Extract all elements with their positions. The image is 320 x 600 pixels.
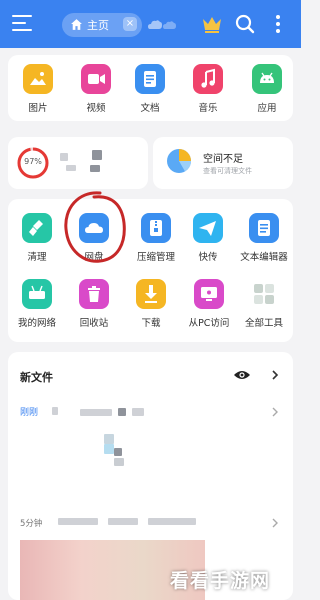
all-tools-icon bbox=[249, 279, 279, 309]
tools-card: 清理 网盘 压缩管理 快传 文本编辑器 我的网络 回收站 下载 从PC访问 全部… bbox=[8, 191, 293, 342]
tool-pc-access[interactable]: 从PC访问 bbox=[180, 279, 238, 329]
category-label: 文档 bbox=[140, 103, 160, 114]
top-bar: 主页 × bbox=[0, 0, 301, 48]
tool-label: 快传 bbox=[198, 252, 218, 263]
android-icon bbox=[252, 64, 282, 94]
broom-icon bbox=[22, 213, 52, 243]
network-icon bbox=[22, 279, 52, 309]
chevron-right-icon[interactable] bbox=[269, 406, 281, 418]
document-icon bbox=[135, 64, 165, 94]
zip-icon bbox=[141, 213, 171, 243]
tool-label: 文本编辑器 bbox=[240, 252, 288, 263]
tool-label: 清理 bbox=[27, 252, 47, 263]
tab-home-label: 主页 bbox=[87, 19, 109, 32]
space-subtitle: 查看可清理文件 bbox=[203, 167, 252, 175]
category-label: 音乐 bbox=[198, 103, 218, 114]
menu-icon[interactable] bbox=[12, 15, 32, 33]
vip-crown-icon[interactable] bbox=[200, 12, 224, 36]
category-label: 图片 bbox=[28, 103, 48, 114]
cloud-tab-icon[interactable] bbox=[147, 17, 177, 31]
storage-percent: 97% bbox=[24, 157, 42, 166]
category-music[interactable]: 音乐 bbox=[183, 64, 233, 114]
new-files-card: 新文件 刚刚 5分钟 bbox=[8, 352, 293, 600]
annotation-circle bbox=[64, 191, 126, 263]
space-warning-card[interactable]: 空间不足 查看可清理文件 bbox=[153, 137, 293, 189]
video-icon bbox=[81, 64, 111, 94]
tool-all-tools[interactable]: 全部工具 bbox=[237, 279, 291, 329]
category-label: 视频 bbox=[86, 103, 106, 114]
pc-access-icon bbox=[194, 279, 224, 309]
download-icon bbox=[136, 279, 166, 309]
space-title: 空间不足 bbox=[203, 154, 243, 165]
category-card: 图片 视频 文档 音乐 应用 bbox=[8, 55, 293, 121]
tool-download[interactable]: 下载 bbox=[126, 279, 176, 329]
storage-card[interactable]: 97% bbox=[8, 137, 148, 189]
tool-label: 下载 bbox=[141, 318, 161, 329]
text-editor-icon bbox=[249, 213, 279, 243]
new-files-title: 新文件 bbox=[20, 371, 53, 384]
file-group-time: 5分钟 bbox=[20, 519, 43, 529]
image-icon bbox=[23, 64, 53, 94]
category-apps[interactable]: 应用 bbox=[242, 64, 292, 114]
tool-text-editor[interactable]: 文本编辑器 bbox=[235, 213, 293, 263]
home-icon bbox=[71, 19, 82, 30]
music-icon bbox=[193, 64, 223, 94]
file-thumbnail[interactable] bbox=[100, 434, 130, 468]
tool-label: 回收站 bbox=[79, 318, 109, 329]
tool-zip[interactable]: 压缩管理 bbox=[126, 213, 186, 263]
tool-label: 全部工具 bbox=[244, 318, 283, 329]
tool-label: 压缩管理 bbox=[136, 252, 175, 263]
category-label: 应用 bbox=[257, 103, 277, 114]
tool-recycle-bin[interactable]: 回收站 bbox=[69, 279, 119, 329]
trash-icon bbox=[79, 279, 109, 309]
tool-quick-send[interactable]: 快传 bbox=[183, 213, 233, 263]
send-icon bbox=[193, 213, 223, 243]
category-documents[interactable]: 文档 bbox=[125, 64, 175, 114]
eye-icon[interactable] bbox=[233, 368, 251, 382]
category-images[interactable]: 图片 bbox=[13, 64, 63, 114]
watermark: 看看手游网 bbox=[170, 570, 271, 592]
close-tab-icon[interactable]: × bbox=[123, 17, 137, 31]
tool-label: 从PC访问 bbox=[188, 318, 230, 329]
file-group-time: 刚刚 bbox=[20, 408, 39, 418]
more-options-icon[interactable] bbox=[266, 12, 290, 36]
pie-chart-icon bbox=[167, 149, 191, 173]
chevron-right-icon[interactable] bbox=[269, 517, 281, 529]
tool-my-network[interactable]: 我的网络 bbox=[12, 279, 62, 329]
search-icon[interactable] bbox=[233, 12, 257, 36]
tool-clean[interactable]: 清理 bbox=[12, 213, 62, 263]
category-videos[interactable]: 视频 bbox=[71, 64, 121, 114]
chevron-right-icon[interactable] bbox=[269, 369, 281, 381]
tool-label: 我的网络 bbox=[17, 318, 56, 329]
